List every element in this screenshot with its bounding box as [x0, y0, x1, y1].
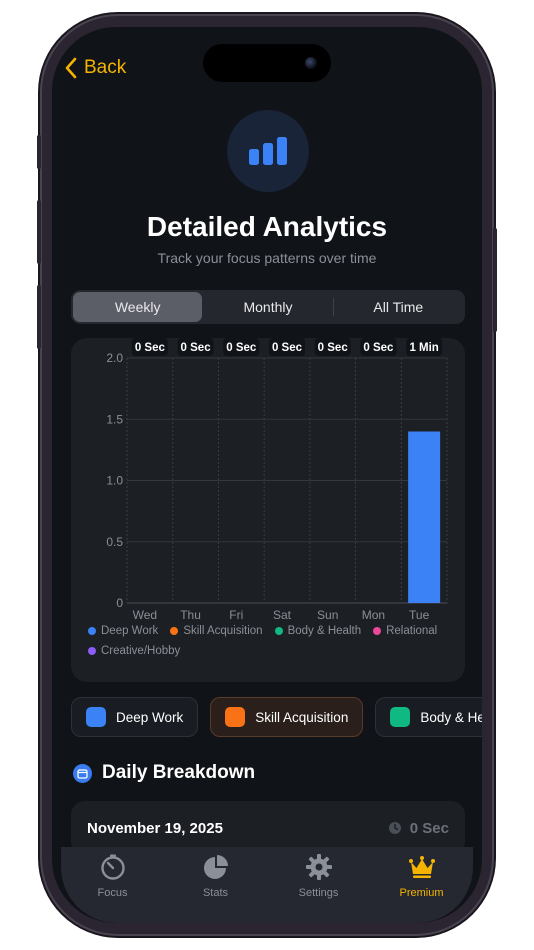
- category-label: Skill Acquisition: [255, 709, 349, 725]
- tab-focus[interactable]: Focus: [61, 853, 164, 923]
- y-tick-label: 1.5: [106, 412, 123, 426]
- bar-chart-icon: [249, 137, 287, 165]
- power-button: [493, 228, 497, 332]
- data-label: 0 Sec: [363, 342, 394, 354]
- bar: [408, 431, 441, 603]
- camera-lens: [305, 57, 317, 69]
- category-label: Deep Work: [116, 709, 184, 725]
- deep-work-swatch: [86, 707, 106, 727]
- x-tick-label: Sat: [273, 608, 292, 622]
- body-health-swatch: [390, 707, 411, 727]
- back-label: Back: [84, 57, 127, 78]
- tab-settings[interactable]: Settings: [267, 853, 370, 923]
- legend-dot: [88, 627, 96, 635]
- legend-label: Relational: [386, 625, 438, 637]
- dynamic-island: [203, 44, 331, 82]
- app-screen: Back Detailed Analytics Track your focus…: [52, 27, 482, 923]
- x-tick-label: Tue: [409, 608, 430, 622]
- tab-label: Premium: [399, 887, 444, 899]
- tab-weekly[interactable]: Weekly: [73, 292, 203, 322]
- chevron-left-icon: [65, 57, 77, 79]
- data-label: 1 Min: [409, 342, 438, 354]
- legend-dot: [373, 627, 382, 635]
- day-duration-value: 0 Sec: [409, 819, 449, 837]
- category-label: Body & Health: [420, 709, 482, 725]
- x-tick-label: Sun: [317, 608, 338, 622]
- category-filter-row: Deep Work Skill Acquisition Body & Healt…: [71, 697, 482, 737]
- chart-legend: Deep Work Skill Acquisition Body & Health R…: [88, 625, 448, 657]
- tab-stats[interactable]: Stats: [164, 853, 267, 923]
- tab-label: Settings: [298, 887, 339, 899]
- day-duration: 0 Sec: [388, 820, 449, 837]
- data-label: 0 Sec: [226, 342, 257, 354]
- data-label: 0 Sec: [135, 342, 166, 354]
- tab-all-time[interactable]: All Time: [334, 292, 463, 322]
- legend-item: Relational: [373, 625, 437, 637]
- legend-dot: [274, 627, 283, 635]
- legend-dot: [170, 627, 179, 635]
- y-tick-label: 1.0: [106, 474, 123, 488]
- gear-icon: [305, 854, 332, 880]
- category-chip-skill-acquisition[interactable]: Skill Acquisition: [210, 697, 364, 737]
- daily-breakdown-heading: Daily Breakdown: [73, 762, 255, 784]
- tab-premium[interactable]: Premium: [370, 853, 473, 923]
- x-tick-label: Mon: [362, 608, 385, 622]
- period-selector: Weekly Monthly All Time: [71, 290, 465, 324]
- volume-down-button: [37, 285, 41, 349]
- legend-label: Creative/Hobby: [101, 645, 181, 657]
- legend-item: Deep Work: [88, 625, 158, 637]
- category-chip-body-health[interactable]: Body & Health: [375, 697, 482, 737]
- analytics-hero-icon: [227, 110, 309, 192]
- legend-item: Creative/Hobby: [88, 645, 180, 657]
- x-tick-label: Fri: [229, 608, 243, 622]
- data-label: 0 Sec: [181, 342, 212, 354]
- day-date: November 19, 2025: [87, 819, 223, 837]
- legend-label: Deep Work: [101, 625, 159, 637]
- category-chip-deep-work[interactable]: Deep Work: [71, 697, 199, 737]
- tab-label: Focus: [97, 887, 128, 899]
- y-tick-label: 0: [116, 596, 123, 610]
- legend-dot: [88, 647, 96, 655]
- skill-acquisition-swatch: [225, 707, 246, 727]
- legend-label: Body & Health: [287, 625, 362, 637]
- bottom-tab-bar: Focus Stats Settings Premium: [61, 847, 473, 923]
- back-button[interactable]: Back: [64, 57, 126, 79]
- legend-item: Skill Acquisition: [170, 625, 263, 637]
- x-tick-label: Thu: [180, 608, 201, 622]
- legend-label: Skill Acquisition: [183, 625, 263, 637]
- y-tick-label: 0.5: [106, 535, 123, 549]
- x-tick-label: Wed: [133, 608, 157, 622]
- y-tick-label: 2.0: [106, 351, 123, 365]
- crown-icon: [408, 856, 435, 878]
- daily-breakdown-title: Daily Breakdown: [102, 762, 256, 783]
- data-label: 0 Sec: [272, 342, 303, 354]
- pie-chart-icon: [203, 855, 228, 879]
- calendar-icon: [73, 763, 92, 783]
- volume-up-button: [37, 200, 41, 264]
- action-button: [37, 135, 41, 169]
- page-title: Detailed Analytics: [146, 211, 388, 242]
- clock-icon: [388, 822, 401, 834]
- data-label: 0 Sec: [318, 342, 349, 354]
- tab-monthly[interactable]: Monthly: [203, 292, 332, 322]
- tab-label: Stats: [202, 887, 229, 899]
- page-subtitle: Track your focus patterns over time: [157, 250, 377, 266]
- legend-item: Body & Health: [274, 625, 362, 637]
- timer-icon: [100, 854, 125, 880]
